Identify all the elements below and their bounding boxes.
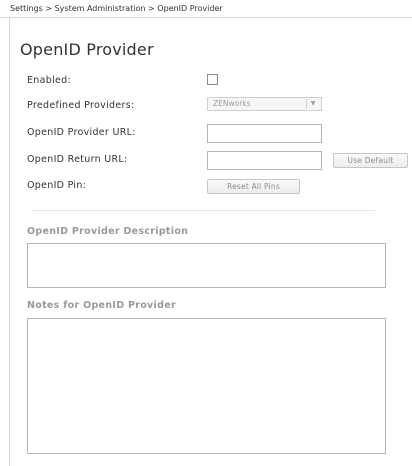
openid-pin-label: OpenID Pin: — [27, 180, 87, 191]
description-textarea[interactable] — [27, 243, 386, 288]
use-default-button[interactable]: Use Default — [333, 153, 408, 168]
description-label: OpenID Provider Description — [27, 226, 189, 237]
return-url-input[interactable] — [207, 151, 322, 170]
chevron-down-icon: ▼ — [306, 99, 319, 109]
notes-textarea[interactable] — [27, 318, 386, 454]
notes-label: Notes for OpenID Provider — [27, 300, 176, 311]
return-url-label: OpenID Return URL: — [27, 154, 128, 165]
predefined-providers-value: ZENworks — [213, 99, 251, 108]
divider — [32, 210, 375, 211]
breadcrumb: Settings > System Administration > OpenI… — [0, 0, 412, 18]
predefined-providers-label: Predefined Providers: — [27, 100, 135, 111]
provider-url-input[interactable] — [207, 124, 322, 143]
enabled-label: Enabled: — [27, 75, 71, 86]
enabled-checkbox[interactable] — [207, 74, 218, 85]
provider-url-label: OpenID Provider URL: — [27, 127, 136, 138]
predefined-providers-select[interactable]: ZENworks ▼ — [207, 97, 322, 111]
reset-all-pins-button[interactable]: Reset All Pins — [207, 179, 300, 194]
page-title: OpenID Provider — [20, 40, 154, 59]
